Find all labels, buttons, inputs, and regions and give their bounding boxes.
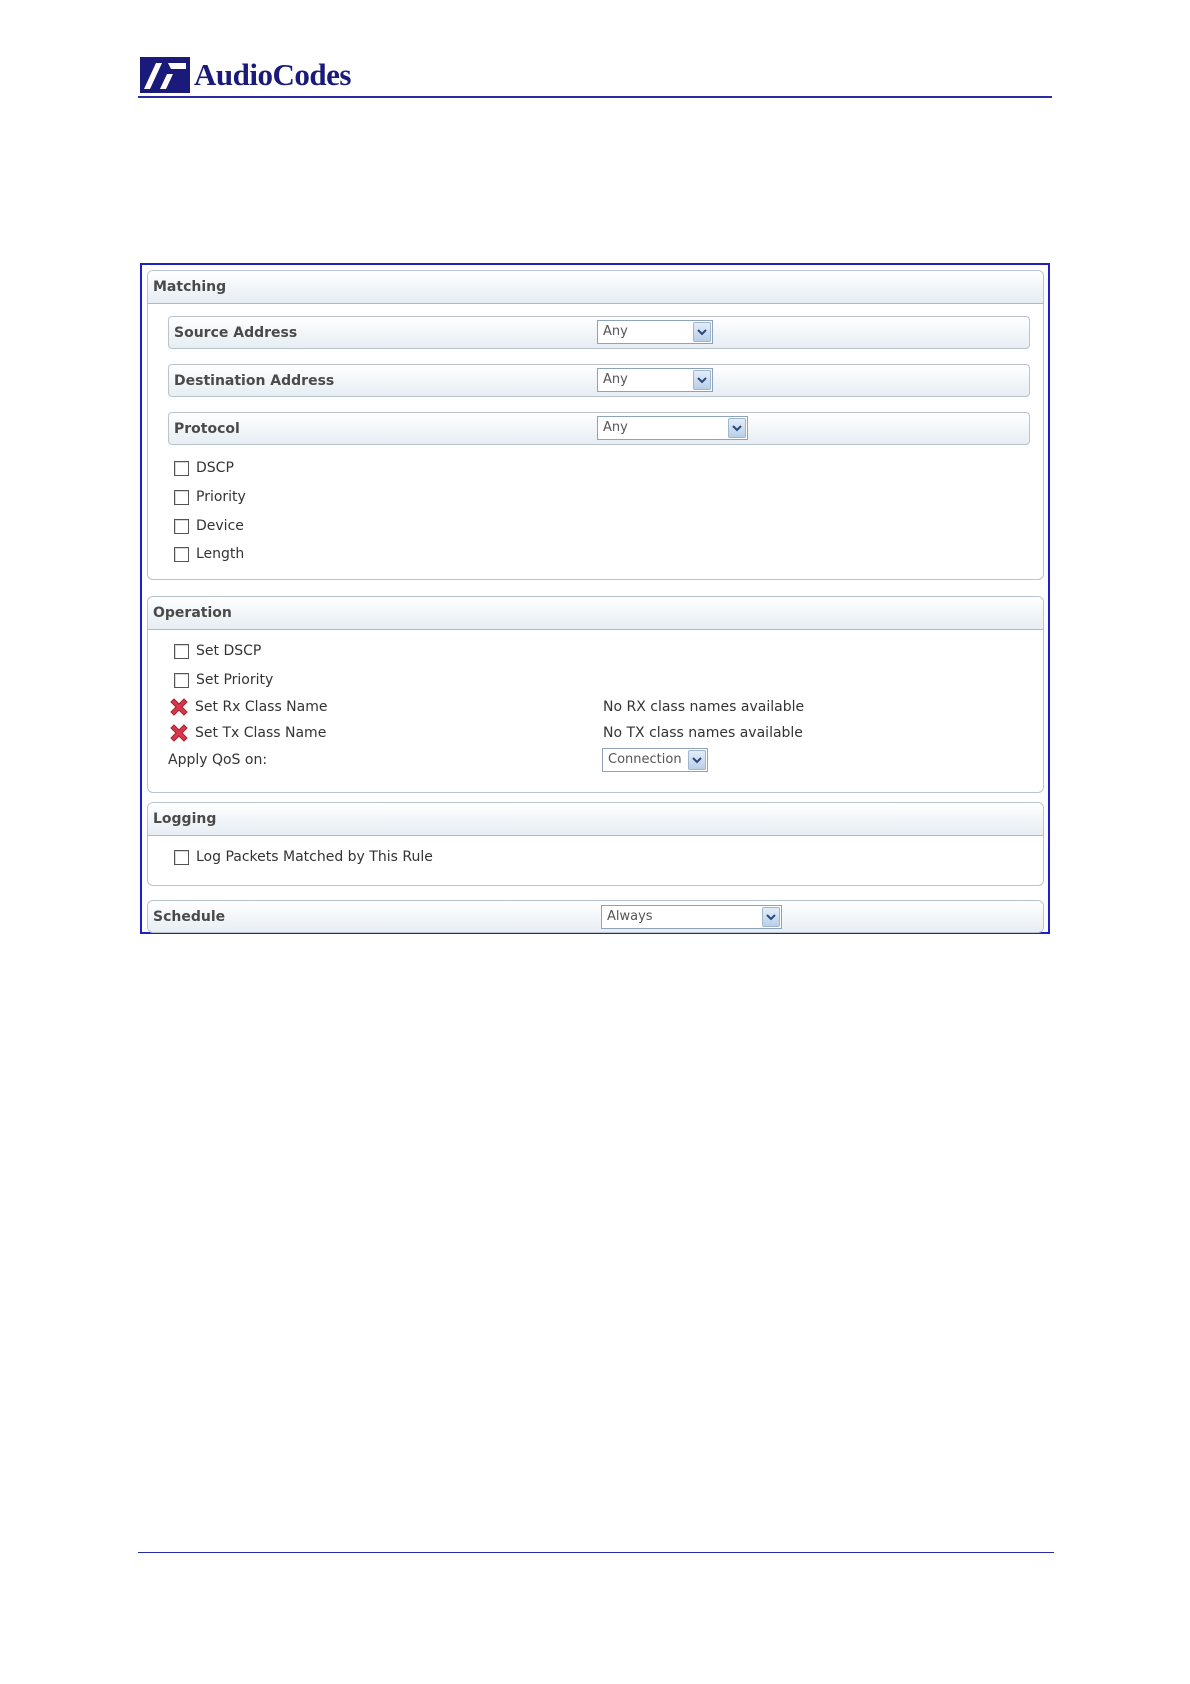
matching-section-header: Matching [148, 271, 1043, 304]
logging-section-header: Logging [148, 803, 1043, 836]
set-rx-class-name-label: Set Rx Class Name [195, 699, 328, 715]
source-address-select[interactable]: Any [597, 320, 713, 344]
audiocodes-logo-icon [140, 57, 190, 93]
schedule-select[interactable]: Always [601, 905, 782, 929]
brand-name: AudioCodes [194, 57, 351, 92]
dscp-label: DSCP [196, 460, 234, 476]
red-x-icon [170, 724, 188, 742]
red-x-icon [170, 698, 188, 716]
apply-qos-label: Apply QoS on: [168, 752, 268, 768]
destination-address-row: Destination Address Any [168, 364, 1030, 397]
device-checkbox-row[interactable]: Device [174, 516, 244, 536]
log-packets-checkbox[interactable] [174, 849, 189, 865]
source-address-label: Source Address [174, 325, 298, 341]
apply-qos-select[interactable]: Connection [602, 748, 708, 772]
apply-qos-value: Connection [608, 752, 682, 767]
tx-class-status: No TX class names available [603, 725, 803, 741]
operation-section: Operation Set DSCP Set Priority Set Rx C… [147, 596, 1044, 793]
protocol-label: Protocol [174, 421, 240, 437]
footer-divider [138, 1552, 1054, 1553]
set-rx-class-name-row: Set Rx Class Name [168, 696, 328, 718]
log-packets-checkbox-row[interactable]: Log Packets Matched by This Rule [174, 847, 433, 867]
qos-rule-screenshot: Matching Source Address Any Destination … [140, 263, 1050, 934]
set-priority-label: Set Priority [196, 672, 274, 688]
length-label: Length [196, 546, 245, 562]
set-priority-checkbox[interactable] [174, 672, 189, 688]
dscp-checkbox[interactable] [174, 460, 189, 476]
device-checkbox[interactable] [174, 518, 189, 534]
protocol-value: Any [603, 420, 628, 435]
chevron-down-icon[interactable] [693, 370, 711, 390]
destination-address-value: Any [603, 372, 628, 387]
priority-checkbox-row[interactable]: Priority [174, 487, 246, 507]
set-tx-class-name-row: Set Tx Class Name [168, 722, 326, 744]
chevron-down-icon[interactable] [688, 750, 706, 770]
length-checkbox-row[interactable]: Length [174, 544, 244, 564]
matching-section: Matching Source Address Any Destination … [147, 270, 1044, 580]
chevron-down-icon[interactable] [728, 418, 746, 438]
priority-checkbox[interactable] [174, 489, 189, 505]
length-checkbox[interactable] [174, 546, 189, 562]
source-address-row: Source Address Any [168, 316, 1030, 349]
schedule-section-header: Schedule [148, 901, 1043, 932]
logging-section: Logging Log Packets Matched by This Rule [147, 802, 1044, 886]
set-dscp-label: Set DSCP [196, 643, 262, 659]
schedule-section: Schedule Always [147, 900, 1044, 933]
dscp-checkbox-row[interactable]: DSCP [174, 458, 234, 478]
audiocodes-logo: AudioCodes [140, 55, 351, 95]
rx-class-status: No RX class names available [603, 699, 805, 715]
set-tx-class-name-label: Set Tx Class Name [195, 725, 327, 741]
device-label: Device [196, 518, 244, 534]
set-dscp-checkbox-row[interactable]: Set DSCP [174, 641, 261, 661]
schedule-value: Always [607, 909, 653, 924]
chevron-down-icon[interactable] [693, 322, 711, 342]
priority-label: Priority [196, 489, 246, 505]
protocol-row: Protocol Any [168, 412, 1030, 445]
chevron-down-icon[interactable] [762, 907, 780, 927]
operation-section-header: Operation [148, 597, 1043, 630]
log-packets-label: Log Packets Matched by This Rule [196, 849, 433, 865]
set-priority-checkbox-row[interactable]: Set Priority [174, 670, 273, 690]
protocol-select[interactable]: Any [597, 416, 748, 440]
header-divider [138, 96, 1052, 98]
destination-address-label: Destination Address [174, 373, 335, 389]
schedule-label: Schedule [153, 909, 226, 925]
source-address-value: Any [603, 324, 628, 339]
set-dscp-checkbox[interactable] [174, 643, 189, 659]
destination-address-select[interactable]: Any [597, 368, 713, 392]
